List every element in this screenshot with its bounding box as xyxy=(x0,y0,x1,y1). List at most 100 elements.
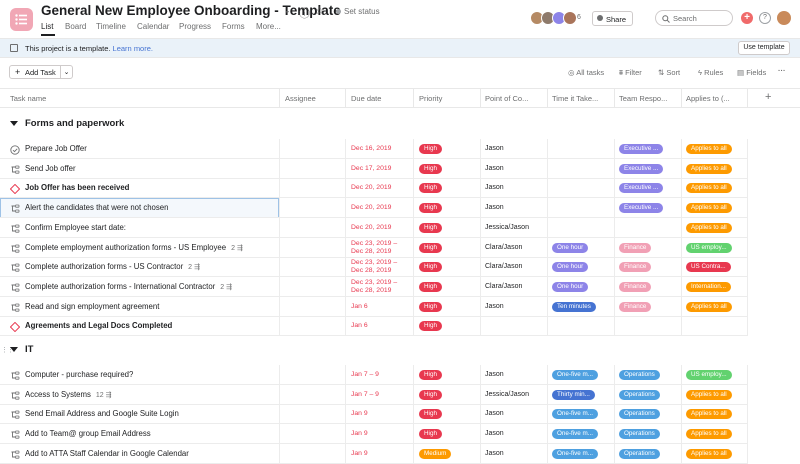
tab-more[interactable]: More... xyxy=(256,22,281,31)
point-of-contact[interactable]: Jason xyxy=(485,145,504,152)
task-name-text[interactable]: Confirm Employee start date: xyxy=(25,223,126,232)
tab-calendar[interactable]: Calendar xyxy=(137,22,169,31)
task-name[interactable]: Job Offer has been received xyxy=(25,183,129,192)
all-tasks-filter[interactable]: ◎ All tasks xyxy=(568,68,604,77)
column-header-due-date[interactable]: Due date xyxy=(351,94,411,103)
task-row[interactable]: Prepare Job Offer Dec 16, 2019 High Jason Ex… xyxy=(0,139,800,159)
column-divider[interactable] xyxy=(681,89,682,108)
section-header[interactable]: Forms and paperwork xyxy=(0,114,800,136)
task-name[interactable]: Complete authorization forms - US Contra… xyxy=(25,262,200,271)
sort-button[interactable]: ⇅ Sort xyxy=(658,68,680,77)
star-icon[interactable]: ☆ xyxy=(315,4,325,17)
priority-tag[interactable]: High xyxy=(419,222,442,233)
point-of-contact[interactable]: Clara/Jason xyxy=(485,244,522,251)
tab-forms[interactable]: Forms xyxy=(222,22,245,31)
applies-to-tag[interactable]: US employ... xyxy=(686,242,732,253)
time-tag[interactable]: One hour xyxy=(552,281,589,292)
team-tag[interactable]: Operations xyxy=(619,389,660,400)
task-row[interactable]: Complete authorization forms - Internati… xyxy=(0,276,800,297)
rules-button[interactable]: ϟ Rules xyxy=(698,68,723,77)
task-name[interactable]: Agreements and Legal Docs Completed xyxy=(25,321,172,330)
task-row[interactable]: Confirm Employee start date: Dec 20, 2019… xyxy=(0,217,800,238)
collapse-triangle-icon[interactable] xyxy=(10,347,18,352)
column-header-point-of-contact[interactable]: Point of Co... xyxy=(485,94,547,103)
task-row[interactable]: Complete employment authorization forms … xyxy=(0,237,800,258)
quick-add-button[interactable]: + xyxy=(741,12,753,24)
column-divider[interactable] xyxy=(547,89,548,108)
task-name-text[interactable]: Agreements and Legal Docs Completed xyxy=(25,321,172,330)
task-name[interactable]: Prepare Job Offer xyxy=(25,144,87,153)
applies-to-tag[interactable]: Applies to all xyxy=(686,429,732,440)
fields-button[interactable]: ▤ Fields xyxy=(737,68,766,77)
task-name[interactable]: Alert the candidates that were not chose… xyxy=(25,203,168,212)
column-divider[interactable] xyxy=(747,89,748,108)
priority-tag[interactable]: High xyxy=(419,409,442,420)
priority-tag[interactable]: High xyxy=(419,389,442,400)
task-name[interactable]: Complete authorization forms - Internati… xyxy=(25,282,232,291)
set-status-button[interactable]: Set status xyxy=(336,7,380,16)
due-date[interactable]: Jan 6 xyxy=(351,303,368,311)
task-name-text[interactable]: Add to ATTA Staff Calendar in Google Cal… xyxy=(25,449,189,458)
avatar[interactable] xyxy=(563,11,577,25)
task-row[interactable]: Read and sign employment agreement Jan 6 H… xyxy=(0,296,800,317)
team-tag[interactable]: Operations xyxy=(619,429,660,440)
time-tag[interactable]: One-five m... xyxy=(552,448,598,459)
priority-tag[interactable]: High xyxy=(419,242,442,253)
due-date[interactable]: Jan 6 xyxy=(351,322,368,330)
task-name-text[interactable]: Read and sign employment agreement xyxy=(25,302,159,311)
point-of-contact[interactable]: Jason xyxy=(485,371,504,378)
info-icon[interactable]: ⓘ xyxy=(299,5,310,21)
applies-to-tag[interactable]: Applies to all xyxy=(686,163,732,174)
task-name[interactable]: Add to Team@ group Email Address xyxy=(25,429,151,438)
priority-tag[interactable]: High xyxy=(419,370,442,380)
time-tag[interactable]: One-five m... xyxy=(552,409,598,420)
search-input[interactable]: Search xyxy=(655,10,733,26)
due-date[interactable]: Dec 16, 2019 xyxy=(351,145,391,153)
task-name-text[interactable]: Send Email Address and Google Suite Logi… xyxy=(25,409,179,418)
task-row[interactable]: Send Email Address and Google Suite Logi… xyxy=(0,404,800,425)
time-tag[interactable]: One hour xyxy=(552,262,589,273)
task-name-text[interactable]: Access to Systems xyxy=(25,390,91,399)
point-of-contact[interactable]: Clara/Jason xyxy=(485,263,522,270)
section-title[interactable]: Forms and paperwork xyxy=(25,118,124,129)
task-row[interactable]: Send Job offer Dec 17, 2019 High Jason Execu… xyxy=(0,158,800,179)
add-column-button[interactable]: + xyxy=(765,91,771,103)
team-tag[interactable]: Finance xyxy=(619,301,652,312)
subtask-count[interactable]: 2 ⇶ xyxy=(188,264,200,271)
task-name-text[interactable]: Complete authorization forms - Internati… xyxy=(25,282,215,291)
subtask-count[interactable]: 2 ⇶ xyxy=(231,245,243,252)
priority-tag[interactable]: High xyxy=(419,262,442,273)
task-row[interactable]: Agreements and Legal Docs Completed Jan 6… xyxy=(0,316,800,337)
priority-tag[interactable]: High xyxy=(419,321,442,332)
task-row[interactable]: Access to Systems 12 ⇶ Jan 7 – 9 High Jessica… xyxy=(0,384,800,405)
task-name-text[interactable]: Computer - purchase required? xyxy=(25,370,133,379)
priority-tag[interactable]: High xyxy=(419,183,442,194)
chevron-down-icon[interactable]: ⌄ xyxy=(284,6,291,15)
project-icon[interactable] xyxy=(10,8,33,31)
due-date[interactable]: Jan 9 xyxy=(351,410,368,418)
team-tag[interactable]: Executive ... xyxy=(619,183,664,194)
task-name-text[interactable]: Alert the candidates that were not chose… xyxy=(25,203,168,212)
task-row[interactable]: Add to Team@ group Email Address Jan 9 Hig… xyxy=(0,424,800,445)
tab-list[interactable]: List xyxy=(41,22,53,31)
applies-to-tag[interactable]: Applies to all xyxy=(686,222,732,233)
task-row[interactable]: Alert the candidates that were not chose… xyxy=(0,198,800,219)
team-tag[interactable]: Finance xyxy=(619,242,652,253)
due-date[interactable]: Dec 23, 2019 – Dec 28, 2019 xyxy=(351,279,397,295)
tab-progress[interactable]: Progress xyxy=(179,22,211,31)
point-of-contact[interactable]: Jason xyxy=(485,204,504,211)
applies-to-tag[interactable]: Applies to all xyxy=(686,183,732,194)
subtask-count[interactable]: 12 ⇶ xyxy=(96,392,112,399)
priority-tag[interactable]: High xyxy=(419,301,442,312)
point-of-contact[interactable]: Jessica/Jason xyxy=(485,224,529,231)
column-header-priority[interactable]: Priority xyxy=(419,94,479,103)
due-date[interactable]: Dec 20, 2019 xyxy=(351,224,391,232)
column-header-team[interactable]: Team Respo... xyxy=(619,94,681,103)
task-row[interactable]: Job Offer has been received Dec 20, 2019 H… xyxy=(0,178,800,199)
due-date[interactable]: Dec 17, 2019 xyxy=(351,165,391,173)
priority-tag[interactable]: High xyxy=(419,163,442,174)
point-of-contact[interactable]: Jason xyxy=(485,410,504,417)
applies-to-tag[interactable]: Applies to all xyxy=(686,409,732,420)
task-name-text[interactable]: Job Offer has been received xyxy=(25,183,129,192)
time-tag[interactable]: One-five m... xyxy=(552,370,598,380)
